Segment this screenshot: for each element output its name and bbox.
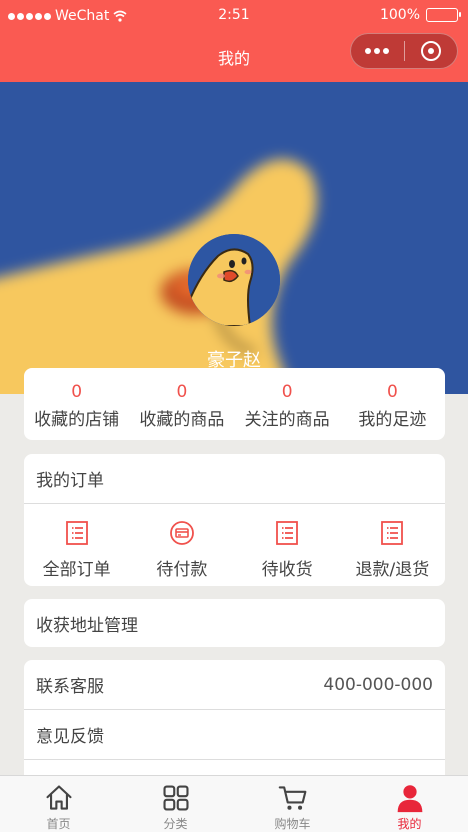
tab-label: 分类 <box>163 817 188 831</box>
orders-card: 我的订单 全部订单 待付款 待收货 退款/退货 <box>24 454 445 586</box>
stat-favorite-shops[interactable]: 0 收藏的店铺 <box>24 368 129 440</box>
user-icon <box>397 785 422 813</box>
stat-followed-goods[interactable]: 0 关注的商品 <box>235 368 340 440</box>
nav-bar: 我的 <box>0 32 468 82</box>
stats-card: 0 收藏的店铺 0 收藏的商品 0 关注的商品 0 我的足迹 <box>24 368 445 440</box>
my-orders-header[interactable]: 我的订单 <box>24 454 445 504</box>
stat-label: 我的足迹 <box>358 410 427 430</box>
stat-count: 0 <box>281 382 293 402</box>
list-icon <box>65 521 88 545</box>
stat-count: 0 <box>71 382 83 402</box>
battery-icon <box>426 8 461 22</box>
order-item-label: 待付款 <box>156 560 208 580</box>
feedback-label: 意见反馈 <box>36 727 104 747</box>
tab-mine[interactable]: 我的 <box>351 776 468 832</box>
contact-phone: 400-000-000 <box>323 674 433 695</box>
tab-label: 购物车 <box>274 817 311 831</box>
feedback-row[interactable]: 意见反馈 <box>24 710 445 760</box>
stat-favorite-goods[interactable]: 0 收藏的商品 <box>129 368 234 440</box>
more-button[interactable] <box>351 48 404 54</box>
duck-avatar-image <box>188 234 280 326</box>
status-battery: 100% <box>379 7 461 23</box>
order-pending-payment-button[interactable]: 待付款 <box>129 504 234 585</box>
service-card: 联系客服 400-000-000 意见反馈 <box>24 660 445 790</box>
profile-header: 豪子赵 <box>0 82 468 394</box>
tab-label: 我的 <box>397 817 422 831</box>
battery-percent: 100% <box>379 7 420 23</box>
tab-label: 首页 <box>46 817 71 831</box>
tab-home[interactable]: 首页 <box>0 776 117 832</box>
cart-icon <box>278 786 306 810</box>
payment-icon <box>169 521 194 545</box>
stat-count: 0 <box>386 382 398 402</box>
category-icon <box>162 785 189 811</box>
stat-footprints[interactable]: 0 我的足迹 <box>340 368 445 440</box>
tab-cart[interactable]: 购物车 <box>234 776 351 832</box>
stat-label: 收藏的商品 <box>139 410 225 430</box>
status-bar: WeChat 2:51 100% <box>0 0 468 32</box>
address-management-row[interactable]: 收获地址管理 <box>24 599 445 647</box>
tab-category[interactable]: 分类 <box>117 776 234 832</box>
stat-label: 关注的商品 <box>244 410 330 430</box>
order-all-button[interactable]: 全部订单 <box>24 504 129 585</box>
order-item-label: 待收货 <box>261 560 313 580</box>
tab-bar: 首页 分类 购物车 我的 <box>0 775 468 832</box>
order-item-label: 全部订单 <box>42 560 111 580</box>
list-icon <box>381 521 404 545</box>
mini-program-capsule <box>350 33 458 69</box>
close-button[interactable] <box>404 41 457 61</box>
list-icon <box>276 521 299 545</box>
home-icon <box>45 785 72 810</box>
close-icon <box>420 41 441 61</box>
stat-count: 0 <box>176 382 188 402</box>
contact-service-row[interactable]: 联系客服 400-000-000 <box>24 660 445 710</box>
stat-label: 收藏的店铺 <box>34 410 120 430</box>
order-refund-button[interactable]: 退款/退货 <box>340 504 445 585</box>
order-pending-receipt-button[interactable]: 待收货 <box>235 504 340 585</box>
contact-service-label: 联系客服 <box>36 677 104 697</box>
avatar[interactable] <box>188 234 280 326</box>
order-item-label: 退款/退货 <box>355 560 430 580</box>
